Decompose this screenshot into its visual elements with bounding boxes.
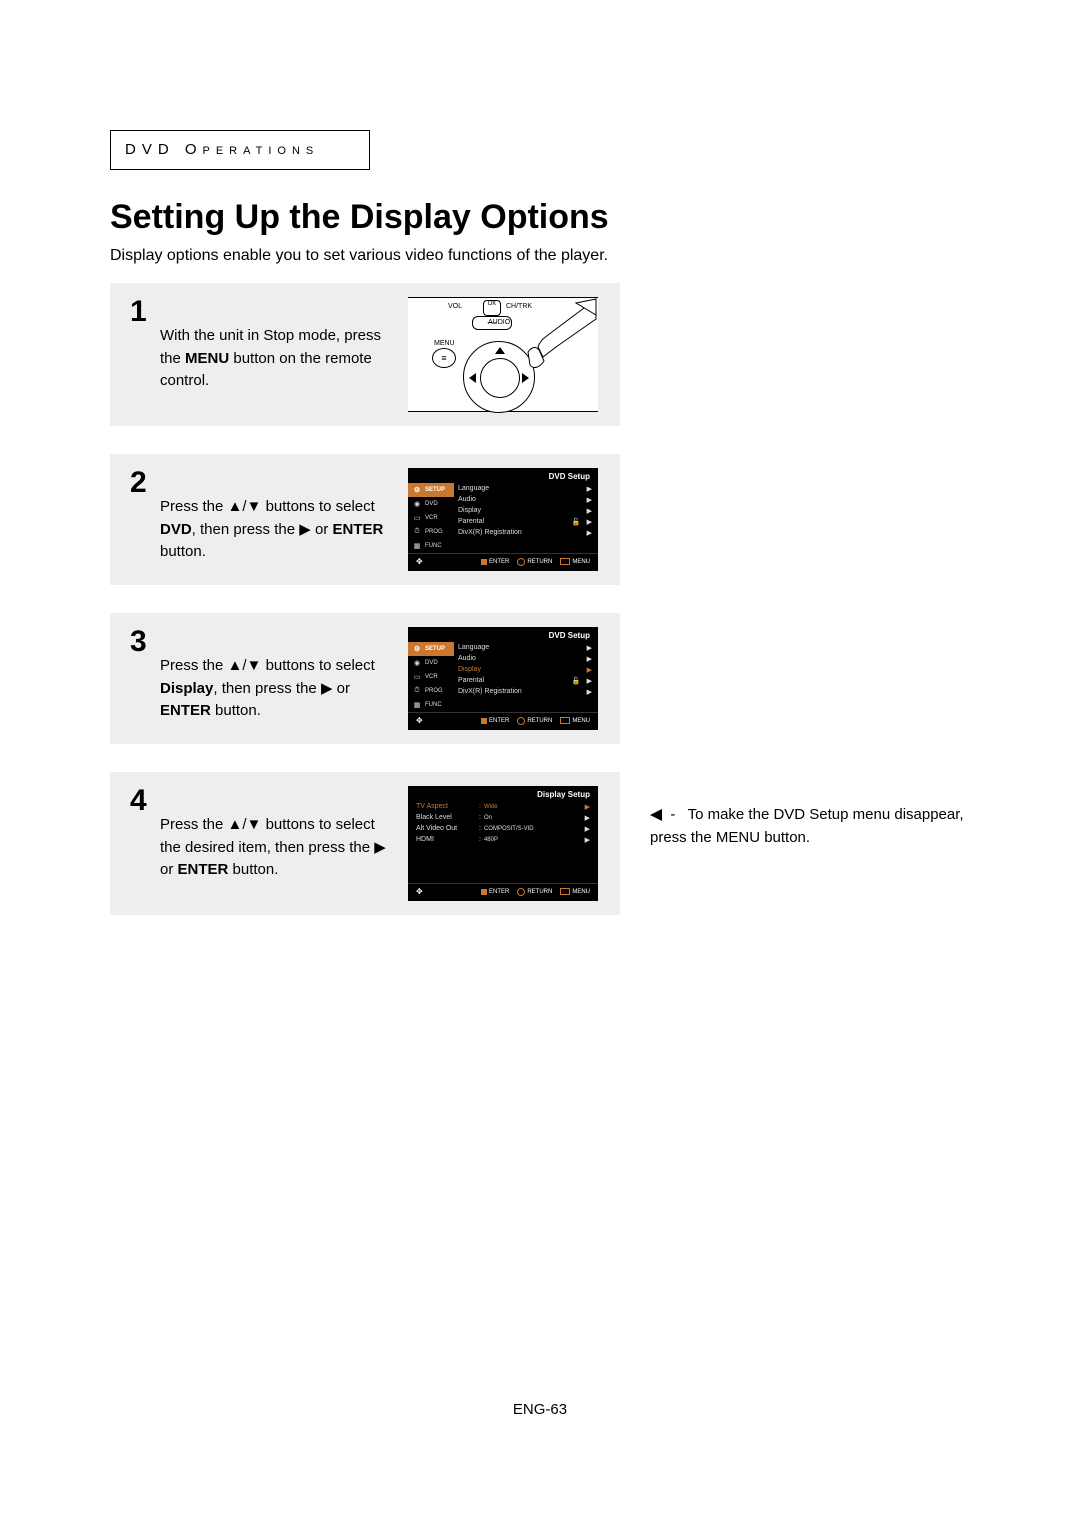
remote-chtrk-label: CH/TRK (506, 303, 532, 310)
step-1-text: With the unit in Stop mode, press the ME… (160, 297, 390, 393)
step-number: 2 (130, 468, 148, 498)
osd-row-hdmi: HDMI:480P▶ (416, 834, 590, 845)
osd-row-parental: Parental🔓▶ (458, 516, 592, 527)
osd-tab-prog: ⏱PROG (408, 525, 454, 539)
osd-tab-dvd: ◉DVD (408, 497, 454, 511)
lock-icon: 🔓 (572, 677, 581, 685)
osd-row-divx: DivX(R) Registration▶ (458, 686, 592, 697)
osd-row-divx: DivX(R) Registration▶ (458, 527, 592, 538)
step-number: 3 (130, 627, 148, 657)
page-title: Setting Up the Display Options (110, 198, 980, 237)
osd-row-audio: Audio▶ (458, 653, 592, 664)
manual-page: DVD Operations Setting Up the Display Op… (0, 0, 1080, 1528)
remote-ok-button: OK (483, 300, 501, 316)
step-3-text: Press the ▲/▼ buttons to select Display,… (160, 627, 390, 723)
remote-illustration: VOL OK CH/TRK — AUDIO MENU ≡ (402, 297, 604, 412)
remote-nav-wheel (463, 341, 535, 413)
osd-row-alt-video-out: Alt Video Out:COMPOSIT/S-VID▶ (416, 823, 590, 834)
osd-row-tv-aspect: TV Aspect:Wide▶ (416, 801, 590, 812)
osd-display-setup: Display Setup TV Aspect:Wide▶ Black Leve… (408, 786, 598, 901)
move-icon: ✥ (416, 557, 423, 566)
osd-tab-vcr: ▭VCR (408, 511, 454, 525)
osd-row-language: Language▶ (458, 483, 592, 494)
section-label: DVD Operations (125, 141, 319, 158)
move-icon: ✥ (416, 887, 423, 896)
remote-menu-label: MENU (434, 340, 455, 347)
step-3: 3 Press the ▲/▼ buttons to select Displa… (110, 613, 620, 744)
osd-footer: ✥ ENTER RETURN MENU (408, 883, 598, 901)
osd-tab-setup: ⚙SETUP (408, 483, 454, 497)
osd-tab-dvd: ◉DVD (408, 656, 454, 670)
page-number: ENG-63 (0, 1401, 1080, 1418)
osd-title: Display Setup (408, 786, 598, 801)
section-label-box: DVD Operations (110, 130, 370, 170)
step-number: 4 (130, 786, 148, 816)
osd-row-black-level: Black Level:On▶ (416, 812, 590, 823)
note-text: To make the DVD Setup menu disappear, pr… (650, 806, 964, 846)
osd-row-display: Display▶ (458, 505, 592, 516)
osd-title: DVD Setup (408, 627, 598, 642)
step-4-text: Press the ▲/▼ buttons to select the desi… (160, 786, 390, 882)
remote-vol-label: VOL (448, 303, 462, 310)
osd-tab-setup: ⚙SETUP (408, 642, 454, 656)
step-2: 2 Press the ▲/▼ buttons to select DVD, t… (110, 454, 620, 585)
step-1: 1 With the unit in Stop mode, press the … (110, 283, 620, 426)
osd-row-display-highlighted: Display▶ (458, 664, 592, 675)
osd-dvd-setup-display-hl: DVD Setup ⚙SETUP ◉DVD ▭VCR ⏱PROG ▦FUNC L… (408, 627, 598, 730)
move-icon: ✥ (416, 716, 423, 725)
osd-tab-vcr: ▭VCR (408, 670, 454, 684)
osd-tab-prog: ⏱PROG (408, 684, 454, 698)
osd-footer: ✥ ENTER RETURN MENU (408, 712, 598, 730)
osd-row-parental: Parental🔓▶ (458, 675, 592, 686)
step-4: 4 Press the ▲/▼ buttons to select the de… (110, 772, 620, 915)
arrow-left-icon (650, 809, 662, 821)
remote-audio-label: AUDIO (488, 319, 510, 326)
osd-dvd-setup: DVD Setup ⚙SETUP ◉DVD ▭VCR ⏱PROG ▦FUNC L… (408, 468, 598, 571)
osd-footer: ✥ ENTER RETURN MENU (408, 553, 598, 571)
osd-tab-func: ▦FUNC (408, 698, 454, 712)
osd-title: DVD Setup (408, 468, 598, 483)
remote-menu-button: ≡ (432, 348, 456, 368)
osd-row-audio: Audio▶ (458, 494, 592, 505)
lock-icon: 🔓 (572, 518, 581, 526)
step-2-text: Press the ▲/▼ buttons to select DVD, the… (160, 468, 390, 564)
side-note: - To make the DVD Setup menu disappear, … (650, 804, 970, 849)
osd-row-language: Language▶ (458, 642, 592, 653)
intro-text: Display options enable you to set variou… (110, 247, 980, 265)
osd-tab-func: ▦FUNC (408, 539, 454, 553)
step-number: 1 (130, 297, 148, 327)
